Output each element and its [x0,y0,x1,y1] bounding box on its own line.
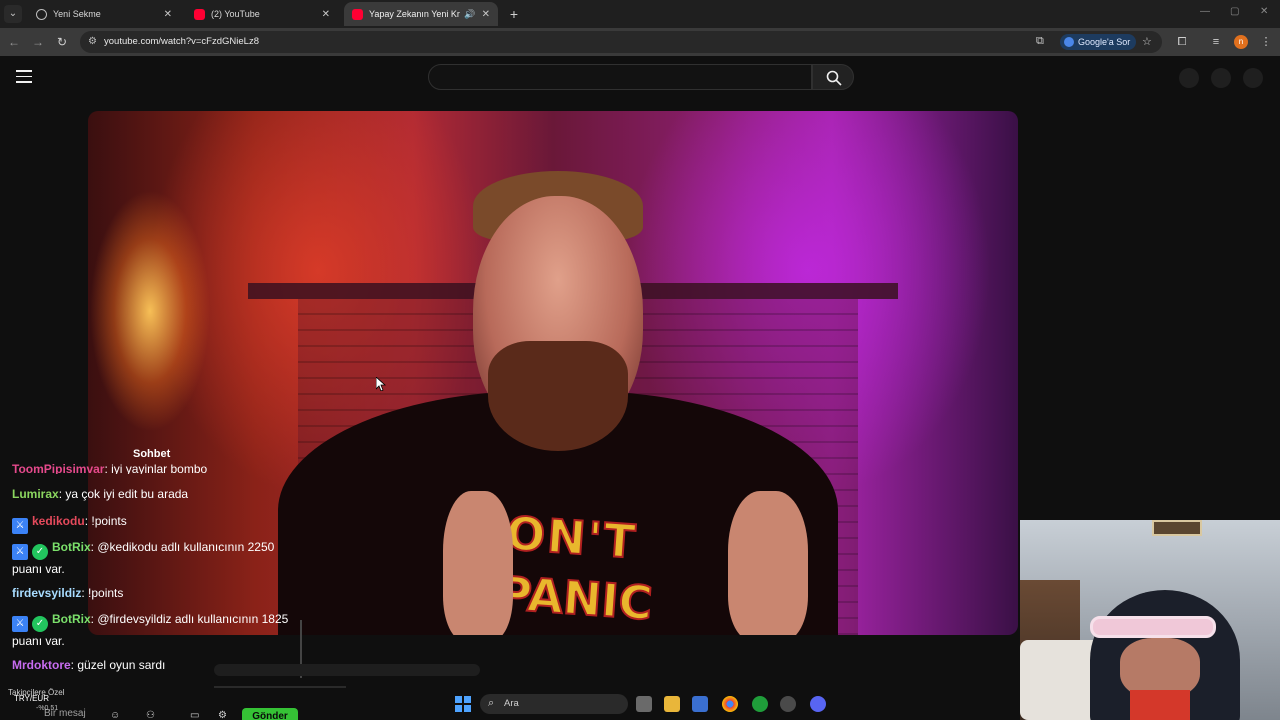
youtube-icon [194,8,205,20]
windows-taskbar [300,688,1020,720]
chat-message: ToomPipisimvar: iyi yayinlar bombo [12,460,302,474]
extensions-icon[interactable]: ⧠ [1174,34,1190,50]
chat-username[interactable]: BotRix [52,540,91,554]
globe-icon [36,8,47,20]
chat-message: ⚔ ✓ BotRix: @firdevsyildiz adlı kullanıcın… [12,610,302,651]
users-icon[interactable]: ⚇ [146,710,155,720]
chat-text: : !points [84,514,127,528]
ask-google-label: Google'a Sor [1078,37,1131,47]
forward-icon[interactable]: → [30,34,46,50]
tab-new-tab[interactable]: Yeni Sekme ✕ [28,2,180,26]
chat-title: Sohbet [133,448,171,460]
xbox-icon[interactable] [752,696,768,712]
chat-text: : ya çok iyi edit bu arada [58,487,189,501]
presenter-left-hand [443,491,513,635]
task-view-icon[interactable] [636,696,652,712]
browser-tab-strip: ⌄ Yeni Sekme ✕ (2) YouTube ✕ Yapay Zekan… [0,0,1280,28]
close-icon[interactable]: ✕ [482,9,490,20]
file-explorer-icon[interactable] [664,696,680,712]
store-icon[interactable] [692,696,708,712]
tab-youtube[interactable]: (2) YouTube ✕ [186,2,338,26]
search-icon [826,70,842,86]
weather-ticker[interactable]: TRY/EUR [14,694,49,703]
screen: ⌄ Yeni Sekme ✕ (2) YouTube ✕ Yapay Zekan… [0,0,1280,720]
url-text: youtube.com/watch?v=cFzdGNieLz8 [104,36,259,47]
tab-title: Yapay Zekanın Yeni Kralı Cl [369,9,460,19]
menu-kebab-icon[interactable]: ⋮ [1258,34,1274,50]
speaker-icon[interactable]: 🔊 [464,9,475,20]
settings-icon[interactable]: ⚙ [218,710,227,720]
ask-google-button[interactable]: Google'a Sor [1060,34,1137,50]
maximize-icon[interactable]: ▢ [1230,6,1239,17]
streamer-face [1120,638,1200,698]
close-window-icon[interactable]: ✕ [1260,6,1268,17]
hamburger-menu-icon[interactable] [16,70,32,83]
chat-message: Lumirax: ya çok iyi edit bu arada [12,485,302,504]
google-lens-icon [1064,37,1074,47]
gift-icon[interactable]: ▭ [190,710,199,720]
webcam-overlay [1020,520,1280,720]
verified-badge-icon: ✓ [32,616,48,632]
windows-start-icon[interactable] [455,696,471,712]
weather-ticker-change: -%0,51 [36,705,59,712]
profile-avatar[interactable]: n [1234,35,1248,49]
youtube-icon [352,8,363,20]
shirt-print-line2: PANIC [495,565,655,632]
chat-text: : !points [81,586,124,600]
moderator-badge-icon: ⚔ [12,616,28,632]
notifications-icon[interactable] [1211,68,1231,88]
chat-text: : iyi yayinlar bombo [104,462,208,474]
presenter-right-hand [728,491,808,635]
streamer-shirt [1130,690,1190,720]
search-input[interactable] [428,64,812,90]
chat-text: : güzel oyun sardı [70,658,166,672]
chat-message: ⚔ kedikodu: !points [12,512,302,534]
chat-username[interactable]: BotRix [52,612,91,626]
tab-search-icon[interactable]: ⌄ [4,5,22,23]
account-avatar[interactable] [1243,68,1263,88]
tab-title: Yeni Sekme [53,9,101,19]
send-button[interactable]: Gönder [242,708,298,720]
new-tab-button[interactable]: + [505,5,523,23]
create-icon[interactable] [1179,68,1199,88]
address-bar[interactable]: ⚙ youtube.com/watch?v=cFzdGNieLz8 ⧉ Goog… [80,31,1162,53]
mouse-cursor-icon [376,377,386,391]
chat-username[interactable]: ToomPipisimvar [12,462,104,474]
reload-icon[interactable]: ↻ [54,34,70,50]
wall-picture [1152,520,1202,536]
vr-headset [1090,616,1216,638]
tab-title: (2) YouTube [211,9,260,19]
browser-toolbar: ← → ↻ ⚙ youtube.com/watch?v=cFzdGNieLz8 … [0,28,1280,56]
close-icon[interactable]: ✕ [164,9,172,20]
discord-icon[interactable] [810,696,826,712]
search-button[interactable] [812,64,854,90]
verified-badge-icon: ✓ [32,544,48,560]
emoji-icon[interactable]: ☺ [110,710,120,720]
chat-username[interactable]: firdevsyildiz [12,586,81,600]
search-icon: ⌕ [488,697,495,709]
steam-icon[interactable] [780,696,796,712]
chat-username[interactable]: Mrdoktore [12,658,71,672]
chat-message: ⚔ ✓ BotRix: @kedikodu adlı kullanıcının 22… [12,538,302,579]
moderator-badge-icon: ⚔ [12,544,28,560]
chat-message: firdevsyildiz: !points [12,584,302,603]
youtube-header [0,56,1280,100]
cast-icon[interactable]: ⧉ [1036,35,1044,48]
chat-username[interactable]: Lumirax [12,487,59,501]
player-controls-bar [214,664,480,676]
taskbar-search-label: Ara [504,698,519,709]
taskbar-search[interactable] [480,694,628,714]
chrome-icon[interactable] [722,696,738,712]
tab-video-active[interactable]: Yapay Zekanın Yeni Kralı Cl 🔊 ✕ [344,2,498,26]
presenter-beard [488,341,628,451]
minimize-icon[interactable]: — [1200,6,1210,17]
site-info-icon[interactable]: ⚙ [88,36,97,47]
bookmark-star-icon[interactable]: ☆ [1142,35,1152,48]
media-control-icon[interactable]: ≡ [1208,34,1224,50]
back-icon[interactable]: ← [6,34,22,50]
chat-username[interactable]: kedikodu [32,514,85,528]
moderator-badge-icon: ⚔ [12,518,28,534]
close-icon[interactable]: ✕ [322,9,330,20]
